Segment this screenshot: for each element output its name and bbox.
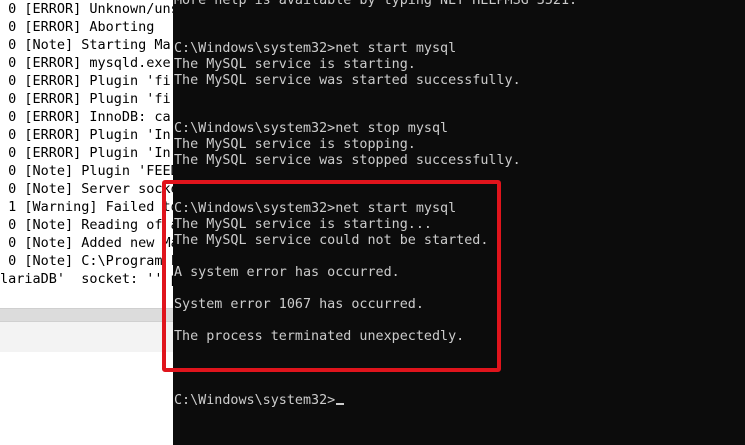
command-prompt-console[interactable]: More help is available by typing NET HEL…: [173, 0, 745, 445]
log-line: 0 [ERROR] Plugin 'In: [0, 145, 171, 161]
log-line: 0 [ERROR] mysqld.exe: [0, 55, 171, 71]
console-line: System error 1067 has occurred.: [174, 297, 424, 312]
console-line: C:\Windows\system32>net start mysql: [174, 41, 457, 56]
console-line: The MySQL service is stopping.: [174, 137, 416, 152]
log-line: 0 [Note] Plugin 'FEED: [0, 163, 179, 179]
log-lines: 0 [ERROR] Unknown/uns 0 [ERROR] Aborting…: [0, 0, 200, 288]
console-line: A system error has occurred.: [174, 265, 400, 280]
log-line: 0 [Note] Server socke: [0, 181, 179, 197]
console-line: C:\Windows\system32>net start mysql: [174, 201, 457, 216]
log-line: 1 [Warning] Failed to: [0, 199, 179, 215]
log-window-bottom-panel: [0, 321, 200, 352]
console-prompt: C:\Windows\system32>: [174, 393, 336, 408]
log-line: 0 [Note] Added new Ma: [0, 235, 179, 251]
console-line: The MySQL service was started successful…: [174, 73, 521, 88]
log-line: 0 [ERROR] InnoDB: ca: [0, 109, 171, 125]
log-line: 0 [Note] Reading of a: [0, 217, 179, 233]
text-cursor: [336, 403, 345, 405]
log-line: 0 [ERROR] Unknown/uns: [0, 1, 179, 17]
log-line: 0 [ERROR] Plugin 'fi: [0, 73, 171, 89]
console-line: The MySQL service was stopped successful…: [174, 153, 521, 168]
console-line: The process terminated unexpectedly.: [174, 329, 465, 344]
console-prompt-line[interactable]: C:\Windows\system32>: [174, 393, 577, 409]
console-line: C:\Windows\system32>net stop mysql: [174, 121, 449, 136]
console-output: More help is available by typing NET HEL…: [174, 0, 577, 409]
log-line: 0 [ERROR] Plugin 'fi: [0, 91, 171, 107]
log-line: 0 [ERROR] Aborting: [0, 19, 155, 35]
log-line: 0 [Note] Starting Ma: [0, 37, 171, 53]
log-line: lariaDB' socket: '' p: [0, 271, 179, 287]
log-line: 0 [Note] C:\Program F: [0, 253, 179, 269]
console-line: The MySQL service could not be started.: [174, 233, 489, 248]
console-line: The MySQL service is starting...: [174, 217, 432, 232]
log-window: 0 [ERROR] Unknown/uns 0 [ERROR] Aborting…: [0, 0, 200, 445]
console-line: More help is available by typing NET HEL…: [174, 0, 578, 8]
log-line: 0 [ERROR] Plugin 'In: [0, 127, 171, 143]
horizontal-scrollbar[interactable]: [0, 308, 200, 321]
console-line: The MySQL service is starting.: [174, 57, 416, 72]
